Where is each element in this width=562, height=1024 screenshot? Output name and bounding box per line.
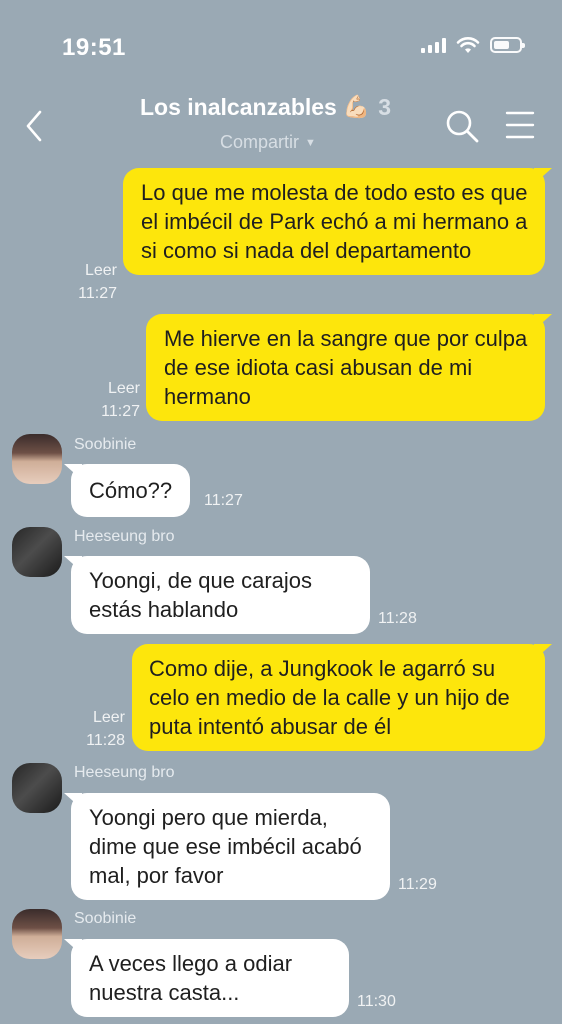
bubble-tail (64, 556, 82, 572)
chevron-down-icon: ▼ (305, 137, 316, 149)
share-dropdown[interactable]: Compartir ▼ (220, 132, 316, 153)
message-time: 11:27 (204, 492, 243, 509)
status-icons (421, 36, 525, 54)
message-time: 11:29 (398, 876, 437, 893)
outgoing-message[interactable]: Lo que me molesta de todo esto es que el… (123, 168, 552, 275)
avatar[interactable] (12, 909, 62, 959)
message-meta: Leer 11:27 (101, 377, 140, 423)
search-icon[interactable] (444, 108, 480, 144)
incoming-message[interactable]: Yoongi, de que carajos estás hablando (64, 556, 370, 634)
bubble-tail (534, 314, 552, 330)
signal-icon (421, 37, 446, 53)
message-meta: Leer 11:27 (78, 259, 117, 305)
read-label: Leer (84, 262, 117, 279)
menu-icon[interactable] (504, 108, 536, 142)
incoming-message[interactable]: Cómo?? (64, 464, 191, 517)
read-label: Leer (107, 380, 140, 397)
outgoing-message[interactable]: Como dije, a Jungkook le agarró su celo … (132, 644, 552, 751)
bubble-tail (534, 644, 552, 660)
member-count: 3 (378, 94, 392, 120)
status-bar: 19:51 (0, 0, 562, 90)
bubble-tail (64, 793, 82, 809)
chat-title-group[interactable]: Los inalcanzables 💪🏻 3 (140, 94, 391, 121)
message-text: Yoongi, de que carajos estás hablando (89, 568, 313, 622)
chat-header: Los inalcanzables 💪🏻 3 Compartir ▼ (0, 90, 562, 160)
message-text: Me hierve en la sangre que por culpa de … (164, 326, 528, 409)
message-text: Como dije, a Jungkook le agarró su celo … (149, 656, 510, 739)
flexed-biceps-emoji: 💪🏻 (342, 95, 371, 120)
battery-icon (490, 37, 525, 53)
chat-title: Los inalcanzables (140, 94, 337, 120)
incoming-message[interactable]: A veces llego a odiar nuestra casta... (64, 939, 349, 1017)
sender-name: Soobinie (74, 910, 137, 927)
incoming-message[interactable]: Yoongi pero que mierda, dime que ese imb… (64, 793, 390, 900)
message-time: 11:27 (78, 285, 117, 302)
message-time: 11:28 (86, 732, 125, 749)
message-meta: Leer 11:28 (86, 706, 125, 752)
read-label: Leer (92, 709, 125, 726)
sender-name: Heeseung bro (74, 528, 175, 545)
share-label: Compartir (220, 132, 300, 152)
message-time: 11:30 (357, 993, 396, 1010)
bubble-tail (534, 168, 552, 184)
bubble-tail (64, 464, 82, 480)
message-text: A veces llego a odiar nuestra casta... (89, 951, 293, 1005)
sender-name: Heeseung bro (74, 764, 175, 781)
bubble-tail (64, 939, 82, 955)
wifi-icon (456, 37, 480, 53)
message-text: Lo que me molesta de todo esto es que el… (141, 180, 528, 263)
outgoing-message[interactable]: Me hierve en la sangre que por culpa de … (146, 314, 552, 421)
message-text: Yoongi pero que mierda, dime que ese imb… (89, 805, 362, 888)
message-time: 11:28 (378, 610, 417, 627)
avatar[interactable] (12, 763, 62, 813)
message-text: Cómo?? (89, 478, 173, 503)
status-time: 19:51 (62, 34, 126, 61)
back-icon[interactable] (22, 106, 46, 146)
avatar[interactable] (12, 434, 62, 484)
avatar[interactable] (12, 527, 62, 577)
sender-name: Soobinie (74, 436, 137, 453)
message-time: 11:27 (101, 403, 140, 420)
